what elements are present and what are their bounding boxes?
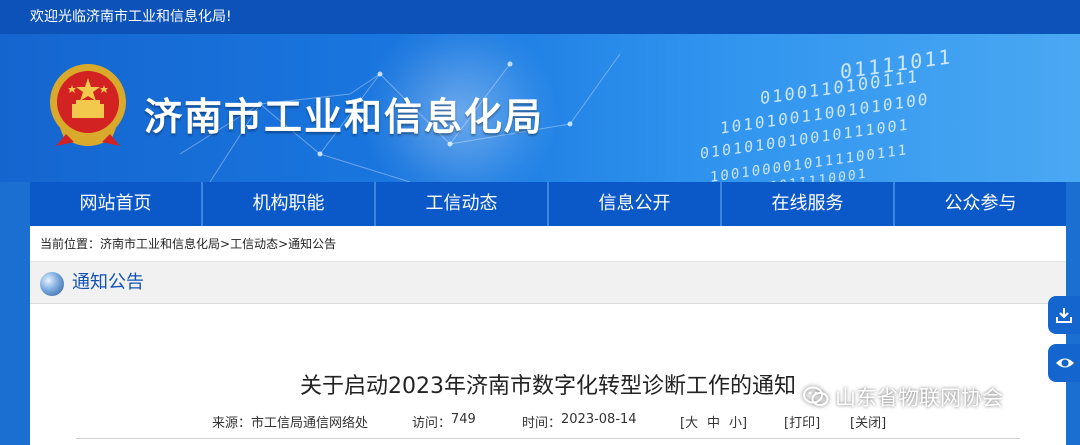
nav-item-functions[interactable]: 机构职能 [203, 182, 376, 226]
print-link[interactable]: [打印] [784, 412, 820, 431]
nav-item-disclosure[interactable]: 信息公开 [549, 182, 722, 226]
breadcrumb-home-link[interactable]: 济南市工业和信息化局 [100, 237, 220, 251]
view-button[interactable] [1048, 344, 1080, 382]
download-button[interactable] [1048, 296, 1080, 334]
wechat-icon [803, 386, 829, 406]
breadcrumb-news-link[interactable]: 工信动态 [230, 237, 278, 251]
national-emblem-icon [50, 64, 126, 146]
date-value: 2023-08-14 [561, 412, 637, 427]
welcome-text: 欢迎光临济南市工业和信息化局! [30, 9, 232, 25]
visits-label: 访问： [412, 416, 452, 431]
download-icon [1056, 308, 1072, 323]
nav-item-services[interactable]: 在线服务 [722, 182, 895, 226]
globe-icon [40, 272, 64, 296]
breadcrumb-prefix: 当前位置： [40, 237, 101, 251]
section-header: 通知公告 [30, 262, 1066, 304]
font-size-large-link[interactable]: [大 [680, 412, 698, 431]
meta-divider [76, 438, 1020, 439]
font-size-medium-link[interactable]: 中 [707, 412, 720, 431]
breadcrumb-notice-link[interactable]: 通知公告 [288, 237, 336, 251]
welcome-bar: 欢迎光临济南市工业和信息化局! [0, 0, 1080, 34]
time-label: 时间： [522, 416, 562, 431]
breadcrumb-separator: > [278, 237, 289, 251]
source-value: 市工信局通信网络处 [251, 416, 369, 431]
close-link[interactable]: [关闭] [850, 412, 886, 431]
watermark: 山东省物联网协会 [803, 382, 1003, 412]
nav-item-home[interactable]: 网站首页 [30, 182, 203, 226]
main-nav: 网站首页 机构职能 工信动态 信息公开 在线服务 公众参与 [30, 182, 1066, 226]
watermark-text: 山东省物联网协会 [835, 386, 1003, 410]
nav-item-news[interactable]: 工信动态 [376, 182, 549, 226]
source-label: 来源： [212, 416, 252, 431]
content-panel: 当前位置：济南市工业和信息化局>工信动态>通知公告 通知公告 关于启动2023年… [30, 226, 1066, 445]
visits-value: 749 [451, 412, 476, 427]
header-banner: 01111011 0100110100111 10101001100101010… [0, 34, 1080, 182]
binary-code-decoration: 01111011 0100110100111 10101001100101010… [700, 44, 953, 182]
eye-icon [1056, 358, 1074, 368]
breadcrumb: 当前位置：济南市工业和信息化局>工信动态>通知公告 [30, 226, 1066, 262]
nav-item-participation[interactable]: 公众参与 [895, 182, 1066, 226]
font-size-small-link[interactable]: 小] [729, 412, 747, 431]
breadcrumb-separator: > [220, 237, 231, 251]
section-title: 通知公告 [72, 272, 144, 293]
site-title: 济南市工业和信息化局 [144, 95, 545, 139]
